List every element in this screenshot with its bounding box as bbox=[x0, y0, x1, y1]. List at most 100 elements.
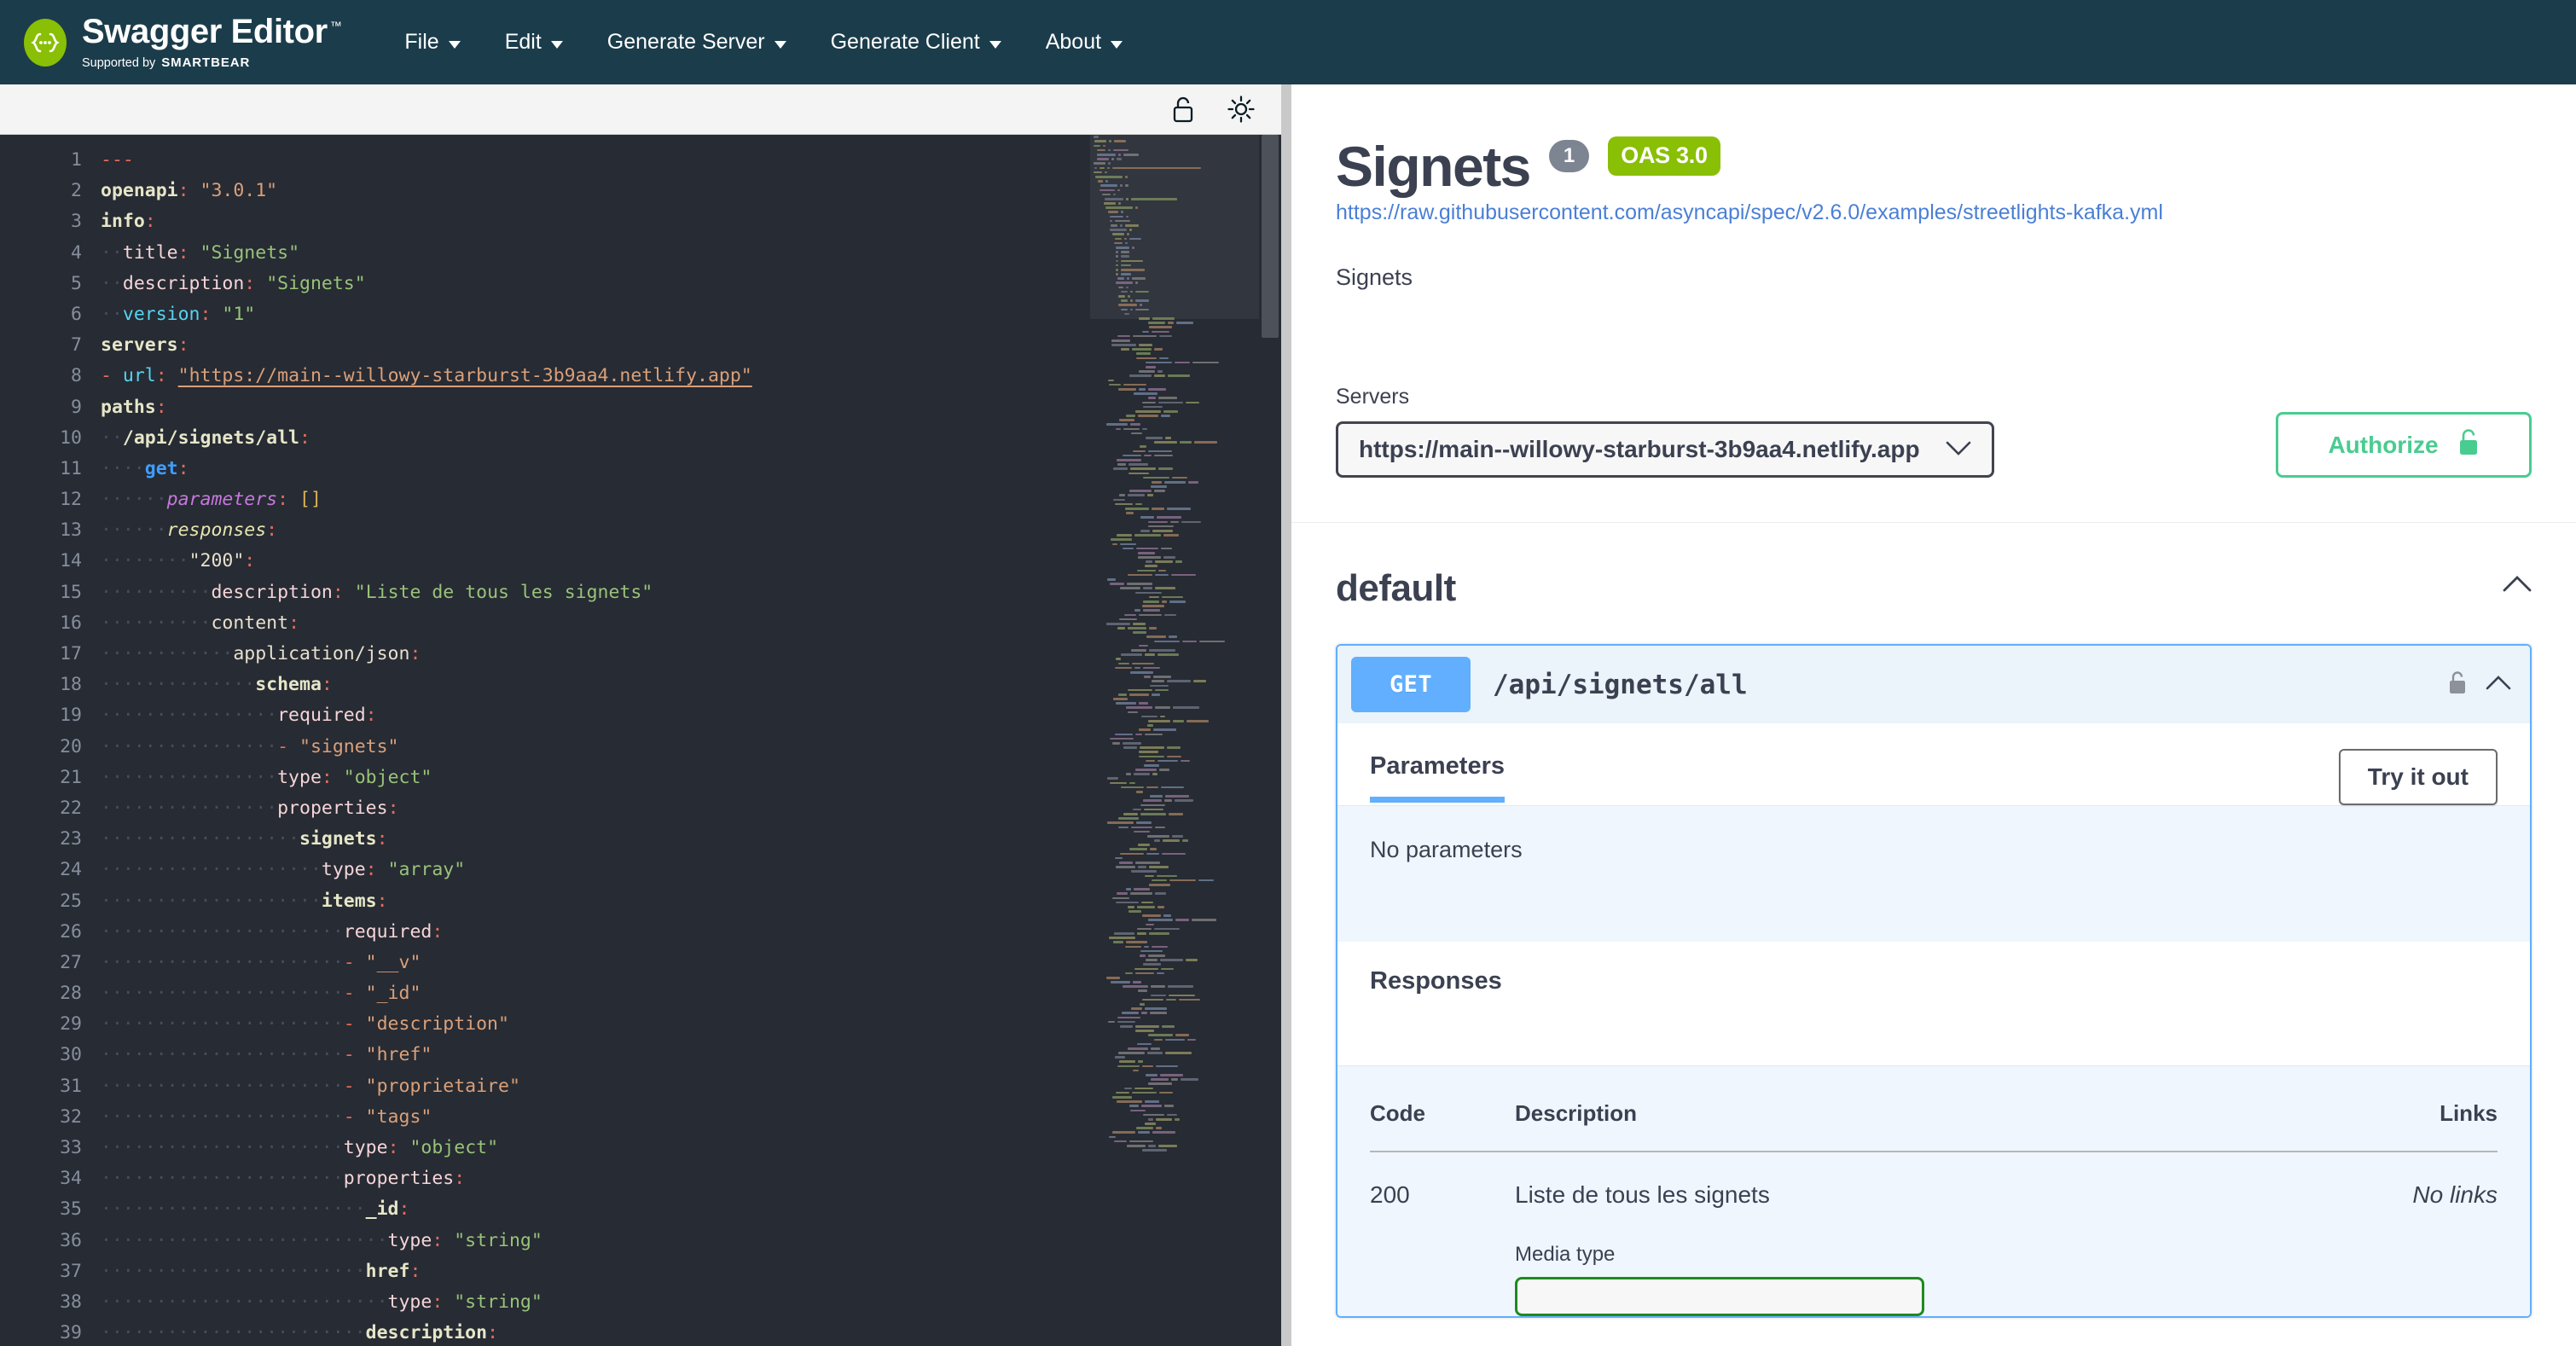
code-line[interactable]: 28 ······················- "_id" bbox=[0, 978, 1281, 1009]
code-line[interactable]: 26 ······················required: bbox=[0, 917, 1281, 948]
brand[interactable]: Swagger Editor ™ Supported by SMARTBEAR bbox=[24, 15, 342, 70]
code-line[interactable]: 39 ························description: bbox=[0, 1318, 1281, 1346]
line-number: 6 bbox=[71, 303, 82, 325]
code-line[interactable]: 16 ··········content: bbox=[0, 608, 1281, 639]
code-line[interactable]: 2 openapi: "3.0.1" bbox=[0, 176, 1281, 206]
code-token: ······················ bbox=[101, 951, 344, 973]
code-token: type bbox=[343, 1137, 388, 1158]
chevron-down-icon bbox=[550, 40, 563, 49]
code-token: info bbox=[101, 211, 145, 233]
oas-version-badge: OAS 3.0 bbox=[1608, 136, 1720, 176]
code-line[interactable]: 38 ··························type: "strin… bbox=[0, 1287, 1281, 1318]
menu-item-generate-client[interactable]: Generate Client bbox=[809, 21, 1024, 63]
code-line[interactable]: 24 ····················type: "array" bbox=[0, 855, 1281, 885]
code-lines[interactable]: 1 --- 2 openapi: "3.0.1" 3 info: 4 ··title: "Si… bbox=[0, 135, 1281, 1346]
code-line[interactable]: 31 ······················- "proprietaire" bbox=[0, 1071, 1281, 1102]
code-line[interactable]: 27 ······················- "__v" bbox=[0, 948, 1281, 978]
menu-item-about[interactable]: About bbox=[1024, 21, 1145, 63]
code-line[interactable]: 30 ······················- "href" bbox=[0, 1040, 1281, 1070]
sun-icon[interactable] bbox=[1227, 95, 1256, 124]
scrollbar-thumb[interactable] bbox=[1262, 135, 1279, 338]
code-token: description bbox=[122, 272, 245, 294]
code-line[interactable]: 15 ··········description: "Liste de tous … bbox=[0, 577, 1281, 608]
code-line[interactable]: 19 ················required: bbox=[0, 700, 1281, 731]
editor-pane: 1 --- 2 openapi: "3.0.1" 3 info: 4 ··title: "Si… bbox=[0, 84, 1281, 1346]
line-number: 26 bbox=[60, 920, 82, 943]
line-content: paths: bbox=[101, 392, 167, 423]
code-area[interactable]: 1 --- 2 openapi: "3.0.1" 3 info: 4 ··title: "Si… bbox=[0, 135, 1281, 1346]
code-token: ······················ bbox=[101, 1137, 344, 1158]
code-line[interactable]: 29 ······················- "description" bbox=[0, 1009, 1281, 1040]
code-line[interactable]: 8- url: "https://main--willowy-starburst… bbox=[0, 361, 1281, 392]
code-token: "object" bbox=[343, 766, 432, 788]
code-line[interactable]: 18 ··············schema: bbox=[0, 670, 1281, 700]
line-number: 21 bbox=[60, 766, 82, 788]
code-line[interactable]: 4 ··title: "Signets" bbox=[0, 238, 1281, 269]
code-token: "__v" bbox=[365, 951, 421, 973]
code-token: : bbox=[288, 612, 300, 634]
menu-item-file-label: File bbox=[404, 30, 439, 54]
code-line[interactable]: 9 paths: bbox=[0, 392, 1281, 423]
code-line[interactable]: 33 ······················type: "object" bbox=[0, 1133, 1281, 1163]
chevron-up-icon[interactable] bbox=[2486, 674, 2511, 695]
server-select[interactable]: https://main--willowy-starburst-3b9aa4.n… bbox=[1336, 421, 1994, 478]
code-line[interactable]: 14 ········"200": bbox=[0, 546, 1281, 577]
code-line[interactable]: 12 ······parameters: [] bbox=[0, 484, 1281, 515]
code-line[interactable]: 22 ················properties: bbox=[0, 793, 1281, 824]
code-line[interactable]: 21 ················type: "object" bbox=[0, 763, 1281, 793]
code-editor[interactable]: 1 --- 2 openapi: "3.0.1" 3 info: 4 ··title: "Si… bbox=[0, 135, 1281, 1346]
media-type-label: Media type bbox=[1515, 1243, 1616, 1266]
code-line[interactable]: 25 ····················items: bbox=[0, 886, 1281, 917]
pane-divider[interactable] bbox=[1281, 84, 1291, 1346]
code-line[interactable]: 6 ··version: "1" bbox=[0, 299, 1281, 330]
code-token: signets bbox=[299, 828, 377, 850]
response-description-cell: Liste de tous les signets Media type bbox=[1515, 1152, 2329, 1316]
tag-header[interactable]: default bbox=[1336, 523, 2532, 644]
try-it-out-button[interactable]: Try it out bbox=[2338, 749, 2498, 805]
line-number: 5 bbox=[71, 272, 82, 294]
code-line[interactable]: 37 ························href: bbox=[0, 1256, 1281, 1287]
menu-item-edit-label: Edit bbox=[504, 30, 542, 54]
code-token: ·········· bbox=[101, 612, 212, 634]
code-line[interactable]: 36 ··························type: "strin… bbox=[0, 1226, 1281, 1256]
line-content: ······················required: bbox=[101, 917, 443, 948]
media-type-select[interactable] bbox=[1515, 1277, 1924, 1316]
chevron-up-icon[interactable] bbox=[2503, 574, 2532, 603]
swagger-editor-app: Swagger Editor ™ Supported by SMARTBEAR … bbox=[0, 0, 2576, 1346]
swagger-ui-pane: Signets 1 OAS 3.0 https://raw.githubuser… bbox=[1291, 84, 2576, 1346]
unlock-icon[interactable] bbox=[1169, 95, 1198, 124]
code-line[interactable]: 11 ····get: bbox=[0, 454, 1281, 484]
line-number: 20 bbox=[60, 735, 82, 757]
line-content: ······················type: "object" bbox=[101, 1133, 498, 1163]
code-line[interactable]: 35 ························_id: bbox=[0, 1194, 1281, 1225]
code-line[interactable]: 13 ······responses: bbox=[0, 515, 1281, 546]
code-token: : bbox=[266, 519, 278, 542]
table-header-row: Code Description Links bbox=[1370, 1100, 2498, 1152]
line-content: ················required: bbox=[101, 700, 377, 731]
code-line[interactable]: 34 ······················properties: bbox=[0, 1163, 1281, 1194]
menu-item-edit[interactable]: Edit bbox=[483, 21, 585, 63]
code-line[interactable]: 1 --- bbox=[0, 145, 1281, 176]
operation-summary[interactable]: GET /api/signets/all bbox=[1337, 646, 2530, 723]
code-line[interactable]: 3 info: bbox=[0, 206, 1281, 237]
code-line[interactable]: 20 ················- "signets" bbox=[0, 732, 1281, 763]
code-line[interactable]: 23 ··················signets: bbox=[0, 824, 1281, 855]
menu-item-generate-server[interactable]: Generate Server bbox=[585, 21, 809, 63]
code-token: content bbox=[211, 612, 289, 634]
code-line[interactable]: 32 ······················- "tags" bbox=[0, 1102, 1281, 1133]
code-token: - bbox=[343, 1013, 366, 1036]
lock-icon[interactable] bbox=[2448, 670, 2467, 699]
line-number: 33 bbox=[60, 1137, 82, 1158]
code-line[interactable]: 7 servers: bbox=[0, 330, 1281, 361]
column-header-links: Links bbox=[2440, 1100, 2498, 1126]
menu-item-file[interactable]: File bbox=[382, 21, 482, 63]
code-line[interactable]: 17 ············application/json: bbox=[0, 639, 1281, 670]
editor-vertical-scrollbar[interactable] bbox=[1259, 135, 1281, 1346]
authorize-button[interactable]: Authorize bbox=[2276, 412, 2532, 478]
code-line[interactable]: 10 ··/api/signets/all: bbox=[0, 423, 1281, 454]
code-line[interactable]: 5 ··description: "Signets" bbox=[0, 269, 1281, 299]
http-method-badge: GET bbox=[1351, 657, 1471, 712]
api-definition-url-link[interactable]: https://raw.githubusercontent.com/asynca… bbox=[1336, 200, 2532, 225]
line-number: 30 bbox=[60, 1044, 82, 1066]
